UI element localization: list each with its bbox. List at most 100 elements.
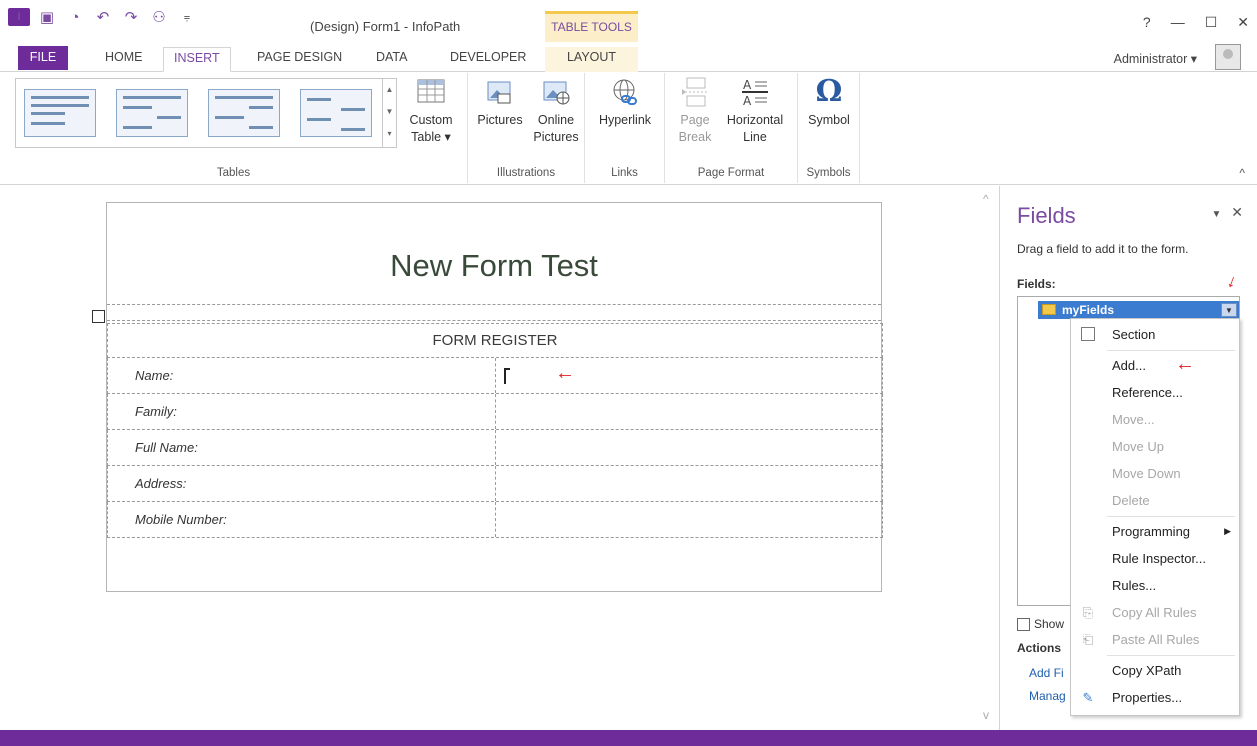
tab-file[interactable]: FILE <box>18 46 68 70</box>
menu-item-programming[interactable]: Programming ▶ <box>1071 518 1239 545</box>
menu-item-reference[interactable]: Reference... <box>1071 379 1239 406</box>
menu-item-delete[interactable]: Delete <box>1071 487 1239 514</box>
online-pictures-label-2: Pictures <box>533 130 579 144</box>
table-row[interactable]: Name: <box>107 358 883 394</box>
table-layout-thumb[interactable] <box>116 89 188 137</box>
tab-layout[interactable]: LAYOUT <box>545 47 638 72</box>
horizontal-line-icon: AA <box>739 76 771 108</box>
add-field-link[interactable]: Add Fi <box>1029 666 1064 680</box>
menu-item-label: Delete <box>1112 493 1150 508</box>
section-divider <box>107 304 881 305</box>
save-icon[interactable]: ▣ <box>36 8 58 26</box>
menu-item-move-down[interactable]: Move Down <box>1071 460 1239 487</box>
window-controls: ? — ☐ ✕ <box>1143 14 1249 31</box>
field-context-menu: Section Add... ← Reference... Move... Mo… <box>1070 318 1240 716</box>
tree-node-myfields[interactable]: myFields ▼ <box>1038 301 1239 319</box>
pane-close-icon[interactable]: ✕ <box>1231 204 1243 220</box>
minimize-icon[interactable]: — <box>1171 14 1185 31</box>
menu-item-move[interactable]: Move... <box>1071 406 1239 433</box>
table-layout-thumb[interactable] <box>300 89 372 137</box>
online-pictures-button[interactable]: Online Pictures <box>528 76 584 146</box>
gallery-more-icon[interactable]: ▾ <box>383 123 396 145</box>
restore-icon[interactable]: ☐ <box>1205 14 1218 31</box>
close-icon[interactable]: ✕ <box>1237 14 1249 31</box>
menu-item-move-up[interactable]: Move Up <box>1071 433 1239 460</box>
status-bar <box>0 730 1257 746</box>
form-design-canvas: New Form Test FORM REGISTER Name: Family… <box>0 186 1000 730</box>
submenu-arrow-icon: ▶ <box>1224 526 1231 536</box>
node-dropdown-icon[interactable]: ▼ <box>1221 303 1237 317</box>
preview-icon[interactable]: ◔ <box>64 9 86 26</box>
illustrations-group: Pictures Online Pictures Illustrations <box>468 73 585 183</box>
symbol-button[interactable]: Ω Symbol <box>802 76 856 129</box>
table-select-handle[interactable] <box>92 310 105 323</box>
table-layout-thumb[interactable] <box>24 89 96 137</box>
menu-item-rule-inspector[interactable]: Rule Inspector... <box>1071 545 1239 572</box>
share-icon[interactable]: ⚇ <box>148 8 170 26</box>
pictures-button[interactable]: Pictures <box>472 76 528 129</box>
fields-label: Fields: <box>1017 277 1056 291</box>
hyperlink-button[interactable]: Hyperlink <box>593 76 657 129</box>
menu-item-properties[interactable]: ✎ Properties... <box>1071 684 1239 711</box>
table-row[interactable]: Mobile Number: <box>107 502 883 538</box>
scroll-up-icon[interactable]: ^ <box>983 192 989 206</box>
illustrations-group-label: Illustrations <box>496 167 556 179</box>
redo-icon[interactable]: ↷ <box>120 8 142 26</box>
table-row[interactable]: Full Name: <box>107 430 883 466</box>
symbols-group: Ω Symbol Symbols <box>798 73 860 183</box>
window-title: (Design) Form1 - InfoPath <box>310 19 461 34</box>
menu-item-label: Add... <box>1112 358 1146 373</box>
horizontal-line-label-1: Horizontal <box>726 113 784 127</box>
tab-data[interactable]: DATA <box>366 47 417 72</box>
online-pictures-label-1: Online <box>537 113 575 127</box>
tables-group-label: Tables <box>216 167 251 179</box>
hyperlink-icon <box>609 76 641 108</box>
tab-page-design[interactable]: PAGE DESIGN <box>247 47 352 72</box>
form-title[interactable]: New Form Test <box>107 248 881 284</box>
section-divider <box>107 320 881 321</box>
tab-home[interactable]: HOME <box>95 47 153 72</box>
gallery-down-icon[interactable]: ▼ <box>383 101 396 123</box>
annotation-arrow-icon: ← <box>1175 353 1195 375</box>
help-icon[interactable]: ? <box>1143 14 1151 31</box>
menu-item-rules[interactable]: Rules... <box>1071 572 1239 599</box>
undo-icon[interactable]: ↶ <box>92 8 114 26</box>
links-group-label: Links <box>611 167 638 179</box>
table-row[interactable]: Family: <box>107 394 883 430</box>
menu-item-label: Copy All Rules <box>1112 605 1197 620</box>
user-account[interactable]: Administrator ▾ <box>1114 51 1197 66</box>
table-row[interactable]: Address: <box>107 466 883 502</box>
show-details-label: Show <box>1034 617 1065 631</box>
folder-icon <box>1042 304 1056 315</box>
row-label: Family: <box>135 404 177 419</box>
table-layout-thumb[interactable] <box>208 89 280 137</box>
ribbon-tabs: FILE HOME INSERT PAGE DESIGN DATA DEVELO… <box>0 42 1257 72</box>
collapse-ribbon-icon[interactable]: ^ <box>1239 166 1245 180</box>
page-break-button[interactable]: Page Break <box>671 76 719 146</box>
menu-item-paste-all-rules[interactable]: ⎗ Paste All Rules <box>1071 626 1239 653</box>
custom-table-button[interactable]: Custom Table ▾ <box>403 76 459 146</box>
customize-qat-icon[interactable]: ⩦ <box>176 11 198 24</box>
avatar[interactable] <box>1215 44 1241 70</box>
pane-options-icon[interactable]: ▼ <box>1211 209 1221 220</box>
menu-item-label: Move... <box>1112 412 1155 427</box>
menu-item-label: Rules... <box>1112 578 1157 593</box>
menu-item-copy-all-rules[interactable]: ⎘ Copy All Rules <box>1071 599 1239 626</box>
row-label: Full Name: <box>135 440 198 455</box>
menu-item-copy-xpath[interactable]: Copy XPath <box>1071 657 1239 684</box>
custom-table-label-2: Table ▾ <box>411 130 451 144</box>
gallery-scrollbar[interactable]: ▲ ▼ ▾ <box>382 79 396 147</box>
table-header[interactable]: FORM REGISTER <box>107 323 883 358</box>
menu-item-add[interactable]: Add... <box>1071 352 1239 379</box>
tab-developer[interactable]: DEVELOPER <box>440 47 536 72</box>
tab-insert[interactable]: INSERT <box>163 47 231 72</box>
menu-item-section[interactable]: Section <box>1071 321 1239 348</box>
show-details-checkbox[interactable] <box>1017 618 1030 631</box>
scroll-down-icon[interactable]: v <box>983 708 989 722</box>
symbols-group-label: Symbols <box>806 167 851 179</box>
custom-table-label-1: Custom <box>409 113 453 127</box>
canvas-scrollbar[interactable]: ^ v <box>979 186 999 730</box>
gallery-up-icon[interactable]: ▲ <box>383 79 396 101</box>
manage-data-link[interactable]: Manag <box>1029 689 1066 703</box>
horizontal-line-button[interactable]: AA Horizontal Line <box>717 76 793 146</box>
